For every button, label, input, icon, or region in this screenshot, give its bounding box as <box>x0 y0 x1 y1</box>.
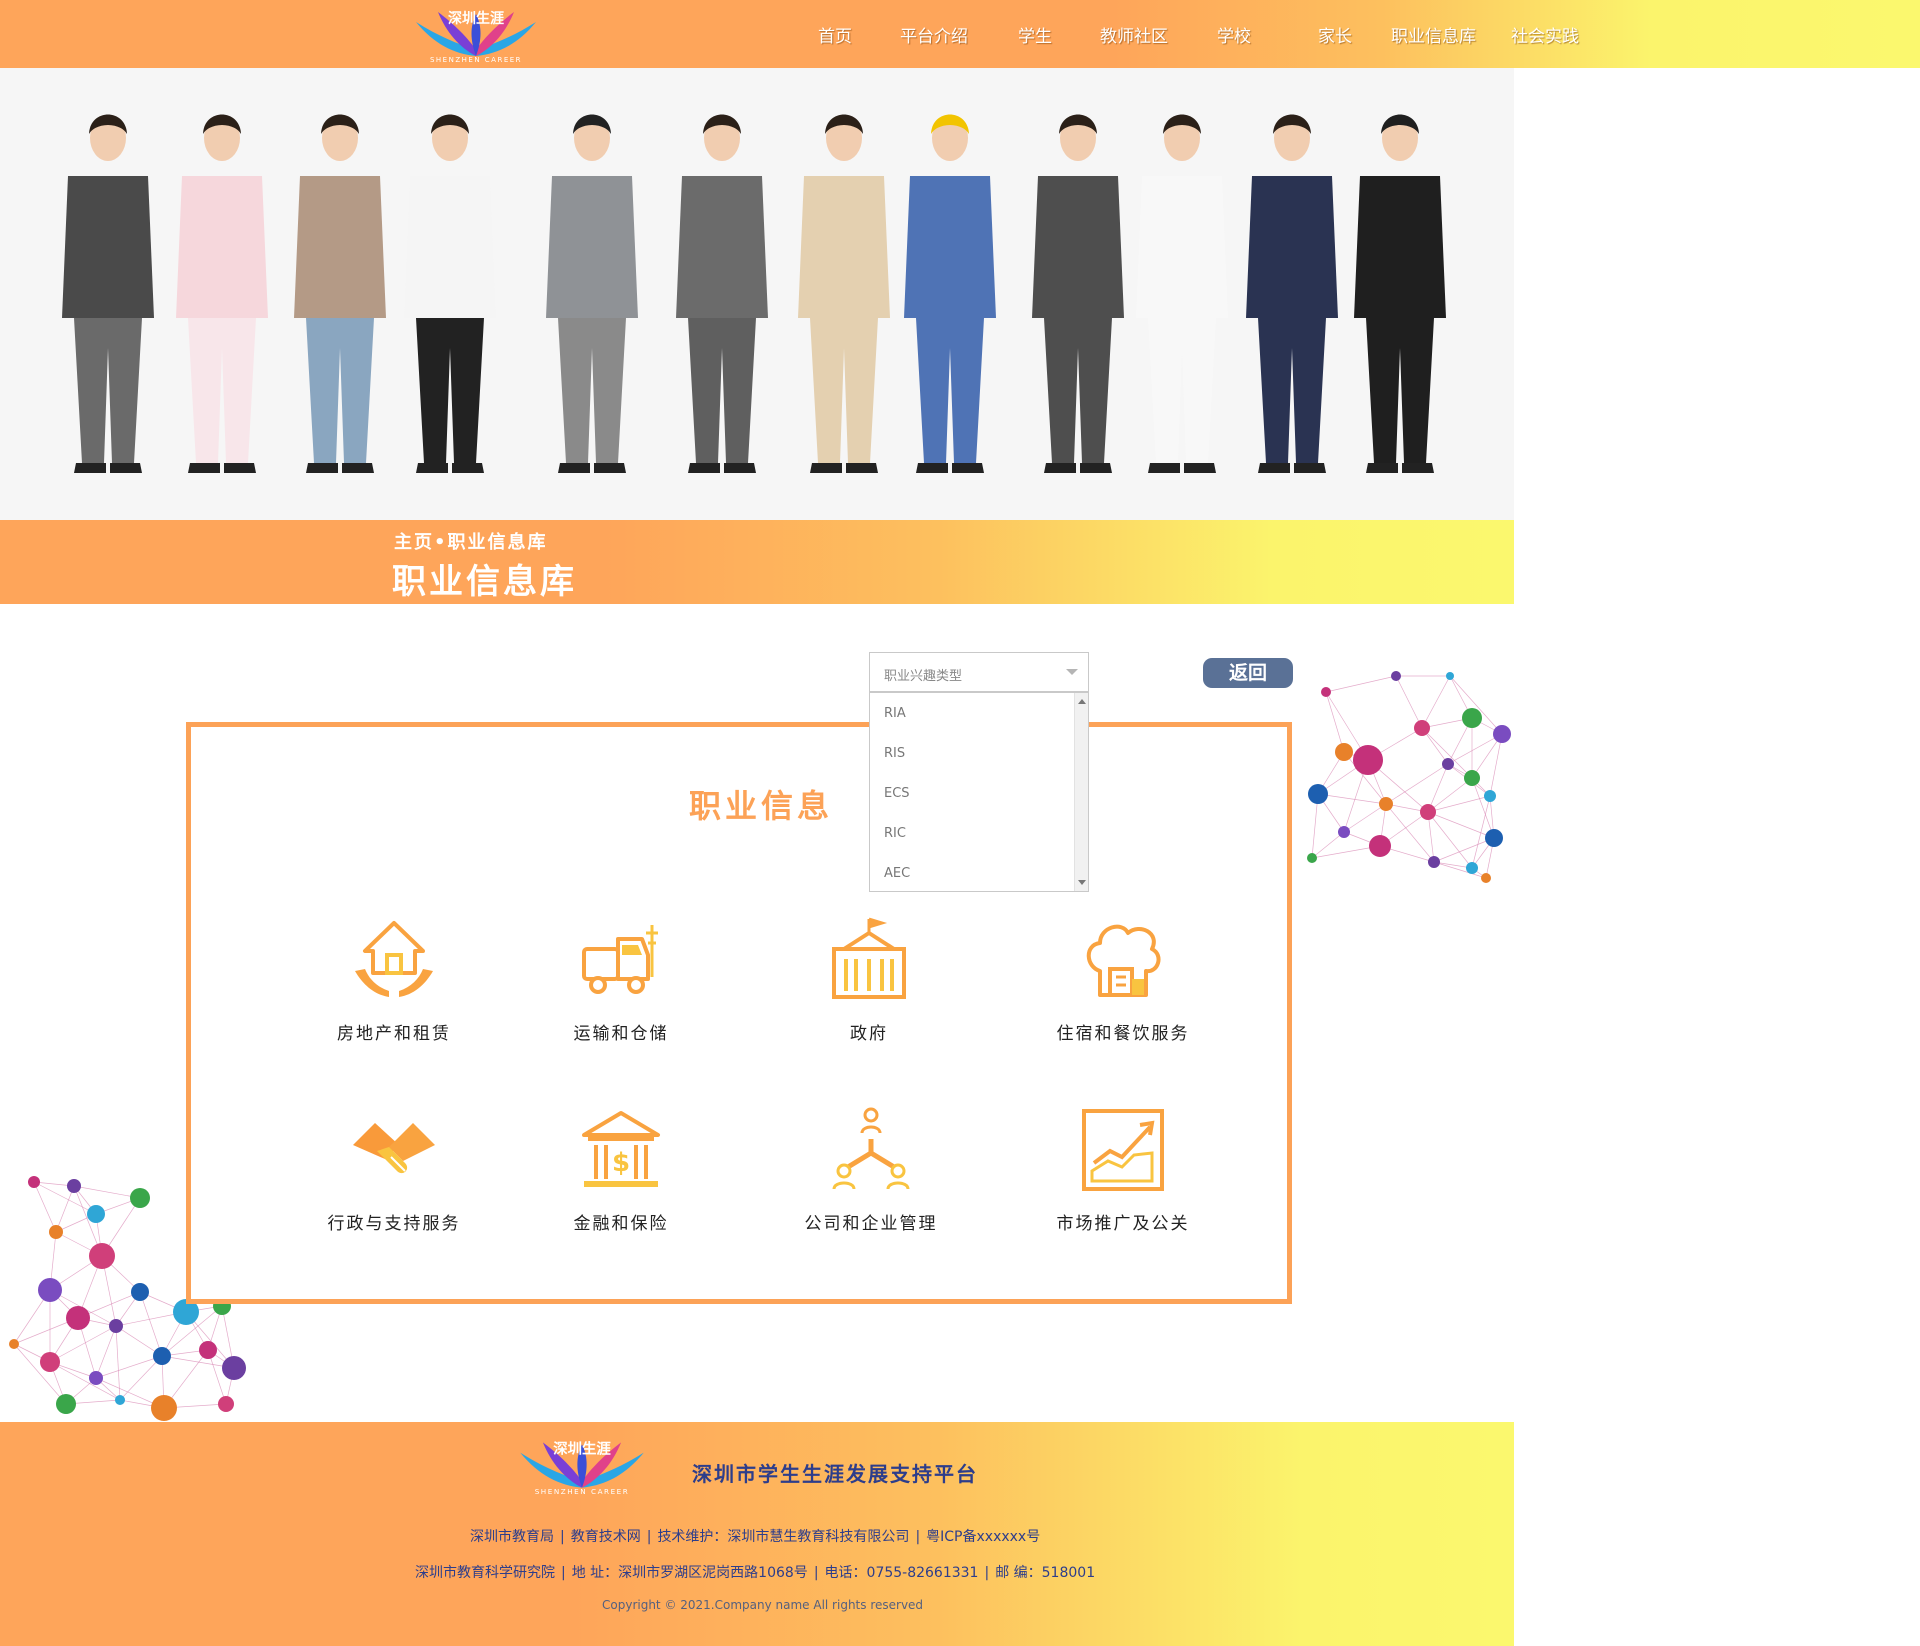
separator: | <box>560 1529 565 1545</box>
growth-chart-icon <box>1078 1105 1168 1195</box>
footer-phone: 电话：0755-82661331 <box>824 1565 979 1581</box>
top-nav-bar: 深圳生涯 SHENZHEN CAREER 首页 平台介绍 学生 教师社区 学校 … <box>0 0 1920 68</box>
nav-career-database[interactable]: 职业信息库 <box>1391 22 1476 47</box>
footer-title: 深圳市学生生涯发展支持平台 <box>692 1462 978 1486</box>
separator: | <box>561 1565 566 1581</box>
footer-logo: 深圳生涯 SHENZHEN CAREER <box>512 1434 652 1496</box>
chef-hat-icon <box>1078 915 1168 1005</box>
interest-type-select[interactable]: 职业兴趣类型 <box>869 652 1089 692</box>
dropdown-option[interactable]: RIC <box>884 826 906 841</box>
footer: 深圳生涯 SHENZHEN CAREER 深圳市学生生涯发展支持平台 深圳市教育… <box>0 1422 1514 1646</box>
dropdown-option[interactable]: ECS <box>884 786 910 801</box>
logo-graphic: 深圳生涯 SHENZHEN CAREER <box>416 10 536 64</box>
footer-contact-row: 深圳市教育科学研究院 | 地 址：深圳市罗湖区泥岗西路1068号 | 电话：0755-8… <box>415 1562 1095 1582</box>
logo-text: 深圳生涯 <box>448 10 504 27</box>
footer-link-education-bureau[interactable]: 深圳市教育局 <box>470 1526 554 1546</box>
org-structure-icon <box>826 1105 916 1195</box>
category-admin-support[interactable]: 行政与支持服务 <box>294 1105 494 1234</box>
house-hands-icon <box>349 915 439 1005</box>
footer-address: 地 址：深圳市罗湖区泥岗西路1068号 <box>571 1565 808 1581</box>
footer-icp[interactable]: 粤ICP备xxxxxx号 <box>926 1526 1040 1546</box>
nav-schools[interactable]: 学校 <box>1217 22 1251 47</box>
logo-subtext: SHENZHEN CAREER <box>430 56 522 64</box>
nav-social-practice[interactable]: 社会实践 <box>1511 22 1579 47</box>
handshake-icon <box>349 1105 439 1195</box>
footer-institute: 深圳市教育科学研究院 <box>415 1565 555 1581</box>
nav-home[interactable]: 首页 <box>818 22 852 47</box>
nav-students[interactable]: 学生 <box>1018 22 1052 47</box>
bank-icon: $ <box>576 1105 666 1195</box>
separator: | <box>813 1565 819 1581</box>
category-marketing-pr[interactable]: 市场推广及公关 <box>1023 1105 1223 1234</box>
separator: | <box>646 1529 652 1545</box>
hero-people-image <box>62 114 1446 473</box>
nav-platform-intro[interactable]: 平台介绍 <box>900 22 968 47</box>
scroll-down-arrow-icon[interactable] <box>1078 880 1086 885</box>
dropdown-scrollbar[interactable] <box>1074 693 1088 891</box>
category-company-management[interactable]: 公司和企业管理 <box>771 1105 971 1234</box>
footer-links-row: 深圳市教育局 | 教育技术网 | 技术维护：深圳市慧生教育科技有限公司 | 粤ICP备xxx… <box>470 1526 1040 1546</box>
dropdown-option[interactable]: RIS <box>884 746 905 761</box>
category-transport[interactable]: 运输和仓储 <box>521 915 721 1044</box>
nav-teacher-community[interactable]: 教师社区 <box>1100 22 1168 47</box>
category-label: 住宿和餐饮服务 <box>1056 1024 1190 1044</box>
separator: | <box>915 1529 921 1545</box>
category-label: 市场推广及公关 <box>1056 1214 1190 1234</box>
footer-link-tech-network[interactable]: 教育技术网 <box>571 1526 641 1546</box>
category-government[interactable]: 政府 <box>769 915 969 1044</box>
nav-parents[interactable]: 家长 <box>1318 22 1352 47</box>
logo[interactable]: 深圳生涯 SHENZHEN CAREER <box>408 4 544 64</box>
hero-banner <box>0 68 1514 520</box>
dropdown-option[interactable]: AEC <box>884 866 910 881</box>
footer-postcode: 邮 编：518001 <box>995 1565 1096 1581</box>
category-real-estate[interactable]: 房地产和租赁 <box>294 915 494 1044</box>
panel-title: 职业信息 <box>689 787 834 825</box>
government-building-icon <box>824 915 914 1005</box>
category-label: 金融和保险 <box>573 1214 669 1234</box>
network-decoration-right <box>1307 671 1511 883</box>
category-label: 运输和仓储 <box>573 1024 669 1044</box>
back-button[interactable]: 返回 <box>1203 658 1293 688</box>
category-label: 行政与支持服务 <box>327 1214 461 1234</box>
copyright: Copyright © 2021.Company name All rights… <box>602 1598 924 1612</box>
category-label: 政府 <box>850 1024 888 1044</box>
category-accommodation-food[interactable]: 住宿和餐饮服务 <box>1023 915 1223 1044</box>
interest-type-dropdown: RIA RIS ECS RIC AEC <box>869 692 1089 892</box>
category-label: 公司和企业管理 <box>804 1214 938 1234</box>
page-title: 职业信息库 <box>392 562 577 602</box>
footer-logo-text: 深圳生涯 <box>553 1440 611 1458</box>
footer-logo-subtext: SHENZHEN CAREER <box>535 1487 630 1496</box>
category-finance-insurance[interactable]: $ 金融和保险 <box>521 1105 721 1234</box>
footer-maintainer: 技术维护：深圳市慧生教育科技有限公司 <box>657 1529 910 1545</box>
category-label: 房地产和租赁 <box>337 1024 451 1044</box>
truck-icon <box>576 915 666 1005</box>
separator: | <box>984 1565 990 1581</box>
svg-text:$: $ <box>612 1148 630 1178</box>
scroll-up-arrow-icon[interactable] <box>1078 699 1086 704</box>
chevron-down-icon <box>1066 669 1078 675</box>
dropdown-option[interactable]: RIA <box>884 706 906 721</box>
breadcrumb: 主页•职业信息库 <box>394 532 548 553</box>
career-info-panel: 职业信息 房地产和租赁 运输和仓储 政府 住宿和餐饮服务 行政与支持服务 $ 金… <box>186 722 1292 1304</box>
select-placeholder: 职业兴趣类型 <box>884 669 963 684</box>
title-band: 主页•职业信息库 职业信息库 <box>0 520 1514 604</box>
